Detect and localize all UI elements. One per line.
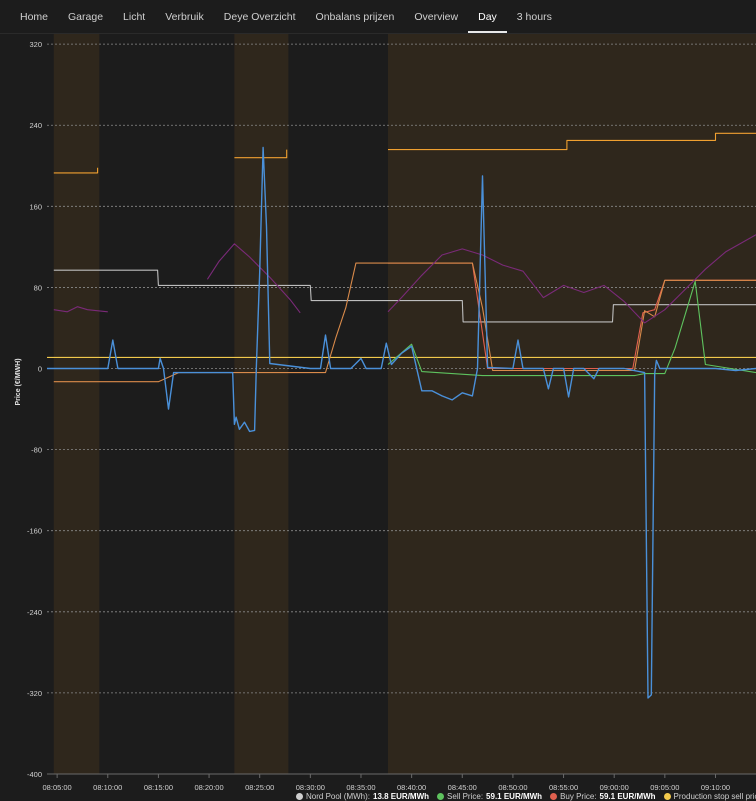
shaded-periods: [53, 34, 756, 774]
x-tick-label: 08:55:00: [549, 783, 578, 792]
x-tick-label: 08:35:00: [346, 783, 375, 792]
x-tick-label: 08:10:00: [93, 783, 122, 792]
tab-verbruik[interactable]: Verbruik: [155, 0, 214, 33]
tab-licht[interactable]: Licht: [113, 0, 155, 33]
y-tick-label: 240: [29, 121, 42, 130]
shaded-period: [387, 34, 756, 774]
tab-overview[interactable]: Overview: [404, 0, 468, 33]
y-tick-label: -80: [31, 446, 42, 455]
x-tick-label: 09:00:00: [600, 783, 629, 792]
x-tick-label: 08:50:00: [498, 783, 527, 792]
x-tick-label: 08:15:00: [144, 783, 173, 792]
x-tick-label: 08:45:00: [448, 783, 477, 792]
legend-dot-icon: [663, 793, 671, 800]
x-tick-label: 09:10:00: [701, 783, 730, 792]
y-tick-label: -320: [27, 689, 42, 698]
tab-day[interactable]: Day: [468, 0, 507, 33]
x-tick-label: 09:05:00: [650, 783, 679, 792]
tab-home[interactable]: Home: [10, 0, 58, 33]
price-chart: 320 240 160 80 0 -80 -160 -240 -320 -40008:05:00 0…: [15, 34, 756, 792]
legend-dot-icon: [550, 793, 558, 800]
x-tick-label: 08:40:00: [397, 783, 426, 792]
y-tick-label: 320: [29, 40, 42, 49]
y-tick-label: 80: [34, 283, 42, 292]
x-tick-label: 08:30:00: [296, 783, 325, 792]
y-tick-label: 0: [38, 365, 42, 374]
tab-onbalans-prijzen[interactable]: Onbalans prijzen: [306, 0, 405, 33]
y-tick-label: -160: [27, 527, 42, 536]
tab-bar: Home Garage Licht Verbruik Deye Overzicht Onb…: [0, 0, 756, 34]
tab-3-hours[interactable]: 3 hours: [507, 0, 562, 33]
x-tick-label: 08:05:00: [43, 783, 72, 792]
shaded-period: [53, 34, 100, 774]
y-tick-label: -400: [27, 770, 42, 779]
legend-dot-icon: [437, 793, 445, 800]
y-axis-label: Price (€/MWH): [15, 358, 22, 405]
shaded-period: [234, 34, 289, 774]
y-tick-label: 160: [29, 202, 42, 211]
tab-deye-overzicht[interactable]: Deye Overzicht: [214, 0, 306, 33]
y-tick-label: -240: [27, 608, 42, 617]
x-tick-label: 08:25:00: [245, 783, 274, 792]
tab-garage[interactable]: Garage: [58, 0, 113, 33]
legend-dot-icon: [296, 793, 303, 800]
x-tick-label: 08:20:00: [194, 783, 223, 792]
